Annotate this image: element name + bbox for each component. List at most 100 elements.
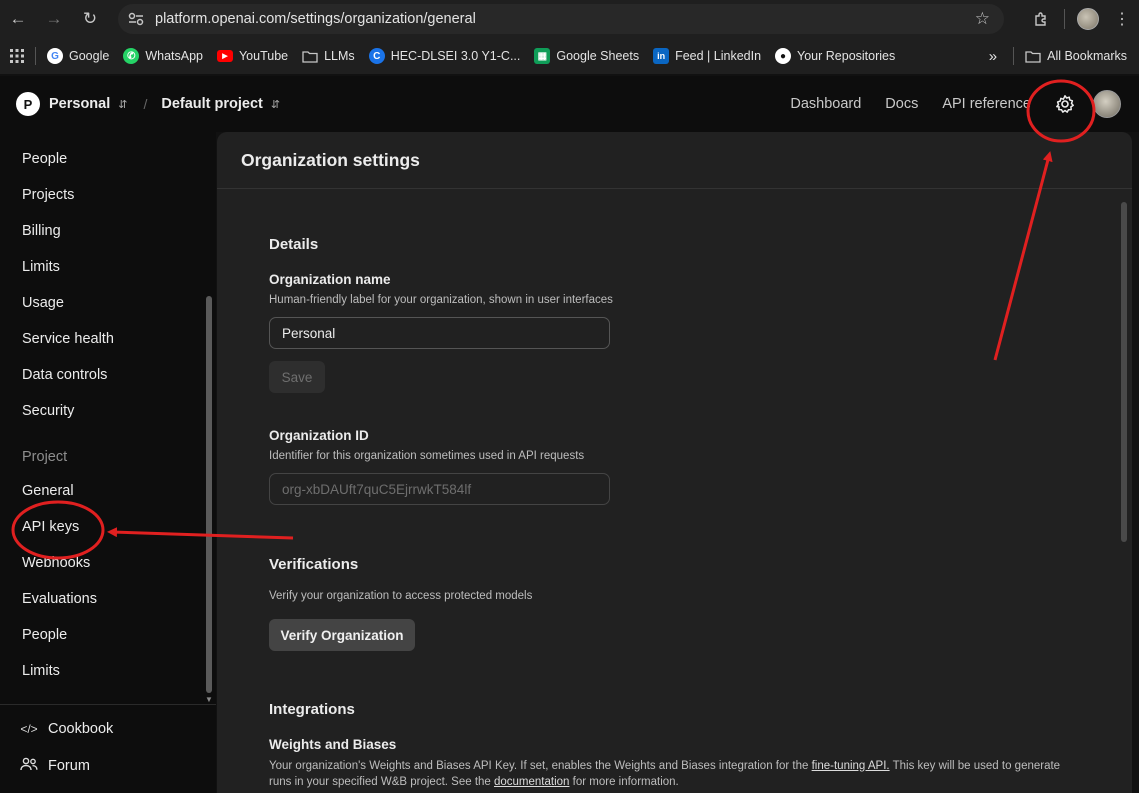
app-header: P Personal ⇵ / Default project ⇵ Dashboa…	[0, 76, 1139, 132]
verify-organization-button[interactable]: Verify Organization	[269, 619, 415, 651]
url-text[interactable]: platform.openai.com/settings/organizatio…	[155, 11, 476, 27]
details-heading: Details	[269, 236, 319, 253]
sidebar-item-cookbook[interactable]: </> Cookbook	[20, 721, 113, 737]
org-id-field[interactable]: org-xbDAUft7quC5EjrrwkT584lf	[269, 473, 610, 505]
bookmark-label: Google Sheets	[556, 49, 640, 63]
sidebar-item-limits[interactable]: Limits	[22, 259, 60, 275]
bookmark-youtube[interactable]: ▶ YouTube	[210, 49, 295, 63]
linkedin-icon: in	[653, 48, 670, 64]
bookmark-label: Google	[69, 49, 110, 63]
bookmarks-divider	[1013, 47, 1015, 65]
main-scrollbar[interactable]	[1121, 202, 1127, 542]
folder-icon	[1025, 48, 1041, 64]
sidebar-item-forum[interactable]: Forum	[20, 757, 90, 774]
forward-icon[interactable]: →	[36, 0, 72, 38]
whatsapp-icon: ✆	[123, 48, 140, 64]
sidebar-item-data-controls[interactable]: Data controls	[22, 367, 107, 383]
c-icon: C	[368, 48, 385, 64]
address-bar[interactable]: platform.openai.com/settings/organizatio…	[118, 4, 1004, 34]
code-icon: </>	[20, 722, 38, 736]
sidebar: People Projects Billing Limits Usage Ser…	[0, 132, 216, 793]
all-bookmarks-label: All Bookmarks	[1047, 49, 1127, 63]
bookmark-github[interactable]: ● Your Repositories	[768, 48, 902, 64]
bookmark-hec[interactable]: C HEC-DLSEI 3.0 Y1-C...	[362, 48, 528, 64]
bookmark-label: HEC-DLSEI 3.0 Y1-C...	[390, 49, 521, 63]
bookmark-google[interactable]: G Google	[40, 48, 116, 64]
sidebar-item-general[interactable]: General	[22, 483, 74, 499]
chevron-updown-icon[interactable]: ⇵	[271, 98, 280, 111]
wb-text-part: Your organization's Weights and Biases A…	[269, 760, 812, 772]
page-title: Organization settings	[241, 150, 420, 170]
nav-dashboard[interactable]: Dashboard	[790, 96, 861, 112]
sidebar-item-service-health[interactable]: Service health	[22, 331, 114, 347]
sidebar-item-projects[interactable]: Projects	[22, 187, 74, 203]
bookmark-sheets[interactable]: ▦ Google Sheets	[527, 48, 646, 64]
settings-panel: Organization settings Details Organizati…	[217, 132, 1132, 793]
bookmark-label: LLMs	[324, 49, 355, 63]
org-name-label: Organization name	[269, 272, 391, 287]
project-switcher[interactable]: Default project	[161, 96, 263, 112]
github-icon: ●	[775, 48, 792, 64]
nav-docs[interactable]: Docs	[885, 96, 918, 112]
org-id-description: Identifier for this organization sometim…	[269, 450, 585, 462]
sidebar-item-webhooks[interactable]: Webhooks	[22, 555, 90, 571]
user-avatar[interactable]	[1093, 90, 1121, 118]
extensions-icon[interactable]	[1024, 0, 1058, 38]
bookmark-linkedin[interactable]: in Feed | LinkedIn	[646, 48, 768, 64]
sidebar-item-usage[interactable]: Usage	[22, 295, 64, 311]
org-name-input[interactable]: Personal	[269, 317, 610, 349]
bookmark-label: YouTube	[238, 49, 289, 63]
bookmark-label: WhatsApp	[145, 49, 203, 63]
sidebar-heading-project: Project	[22, 449, 68, 465]
sidebar-divider	[0, 704, 216, 705]
sidebar-item-people[interactable]: People	[22, 151, 67, 167]
profile-avatar[interactable]	[1071, 0, 1105, 38]
chevron-updown-icon[interactable]: ⇵	[118, 98, 127, 111]
browser-toolbar: ← → ↻ platform.openai.com/settings/organ…	[0, 0, 1139, 38]
bookmark-label: Feed | LinkedIn	[675, 49, 762, 63]
back-icon[interactable]: ←	[0, 0, 36, 38]
verifications-heading: Verifications	[269, 556, 359, 573]
bookmark-whatsapp[interactable]: ✆ WhatsApp	[116, 48, 210, 64]
wb-text-part: for more information.	[569, 776, 679, 788]
documentation-link[interactable]: documentation	[494, 776, 569, 788]
bookmarks-bar: G Google ✆ WhatsApp ▶ YouTube LLMs C HEC…	[0, 38, 1139, 74]
settings-gear-icon[interactable]	[1053, 92, 1077, 116]
toolbar-divider	[1064, 9, 1065, 29]
weights-biases-label: Weights and Biases	[269, 737, 397, 752]
save-button[interactable]: Save	[269, 361, 325, 393]
bookmarks-overflow-button[interactable]: »	[977, 48, 1009, 65]
nav-api-reference[interactable]: API reference	[942, 96, 1031, 112]
org-avatar[interactable]: P	[16, 92, 40, 116]
forum-label: Forum	[48, 757, 90, 774]
sidebar-item-billing[interactable]: Billing	[22, 223, 61, 239]
cookbook-label: Cookbook	[48, 721, 114, 737]
sidebar-item-evaluations[interactable]: Evaluations	[22, 591, 97, 607]
menu-icon[interactable]: ⋮	[1105, 0, 1139, 38]
weights-biases-description: Your organization's Weights and Biases A…	[269, 758, 1069, 790]
folder-icon	[302, 48, 318, 64]
site-info-icon[interactable]	[121, 4, 151, 34]
sidebar-item-security[interactable]: Security	[22, 403, 74, 419]
fine-tuning-api-link[interactable]: fine-tuning API.	[812, 760, 890, 772]
scroll-down-icon[interactable]: ▼	[205, 695, 213, 704]
sheets-icon: ▦	[534, 48, 551, 64]
org-switcher[interactable]: Personal	[49, 96, 110, 112]
apps-icon[interactable]	[0, 49, 31, 63]
people-icon	[20, 757, 38, 774]
reload-icon[interactable]: ↻	[72, 0, 108, 38]
sidebar-scrollbar[interactable]	[206, 296, 212, 693]
sidebar-item-project-limits[interactable]: Limits	[22, 663, 60, 679]
sidebar-item-api-keys[interactable]: API keys	[22, 519, 79, 535]
bookmarks-divider	[35, 47, 36, 65]
verifications-description: Verify your organization to access prote…	[269, 590, 533, 602]
bookmark-star-icon[interactable]: ☆	[975, 9, 990, 29]
google-icon: G	[47, 48, 63, 64]
all-bookmarks-button[interactable]: All Bookmarks	[1018, 48, 1139, 64]
bookmark-label: Your Repositories	[797, 49, 896, 63]
bookmark-llms[interactable]: LLMs	[295, 48, 362, 64]
youtube-icon: ▶	[216, 50, 233, 62]
integrations-heading: Integrations	[269, 701, 355, 718]
title-divider	[217, 188, 1132, 189]
sidebar-item-project-people[interactable]: People	[22, 627, 67, 643]
